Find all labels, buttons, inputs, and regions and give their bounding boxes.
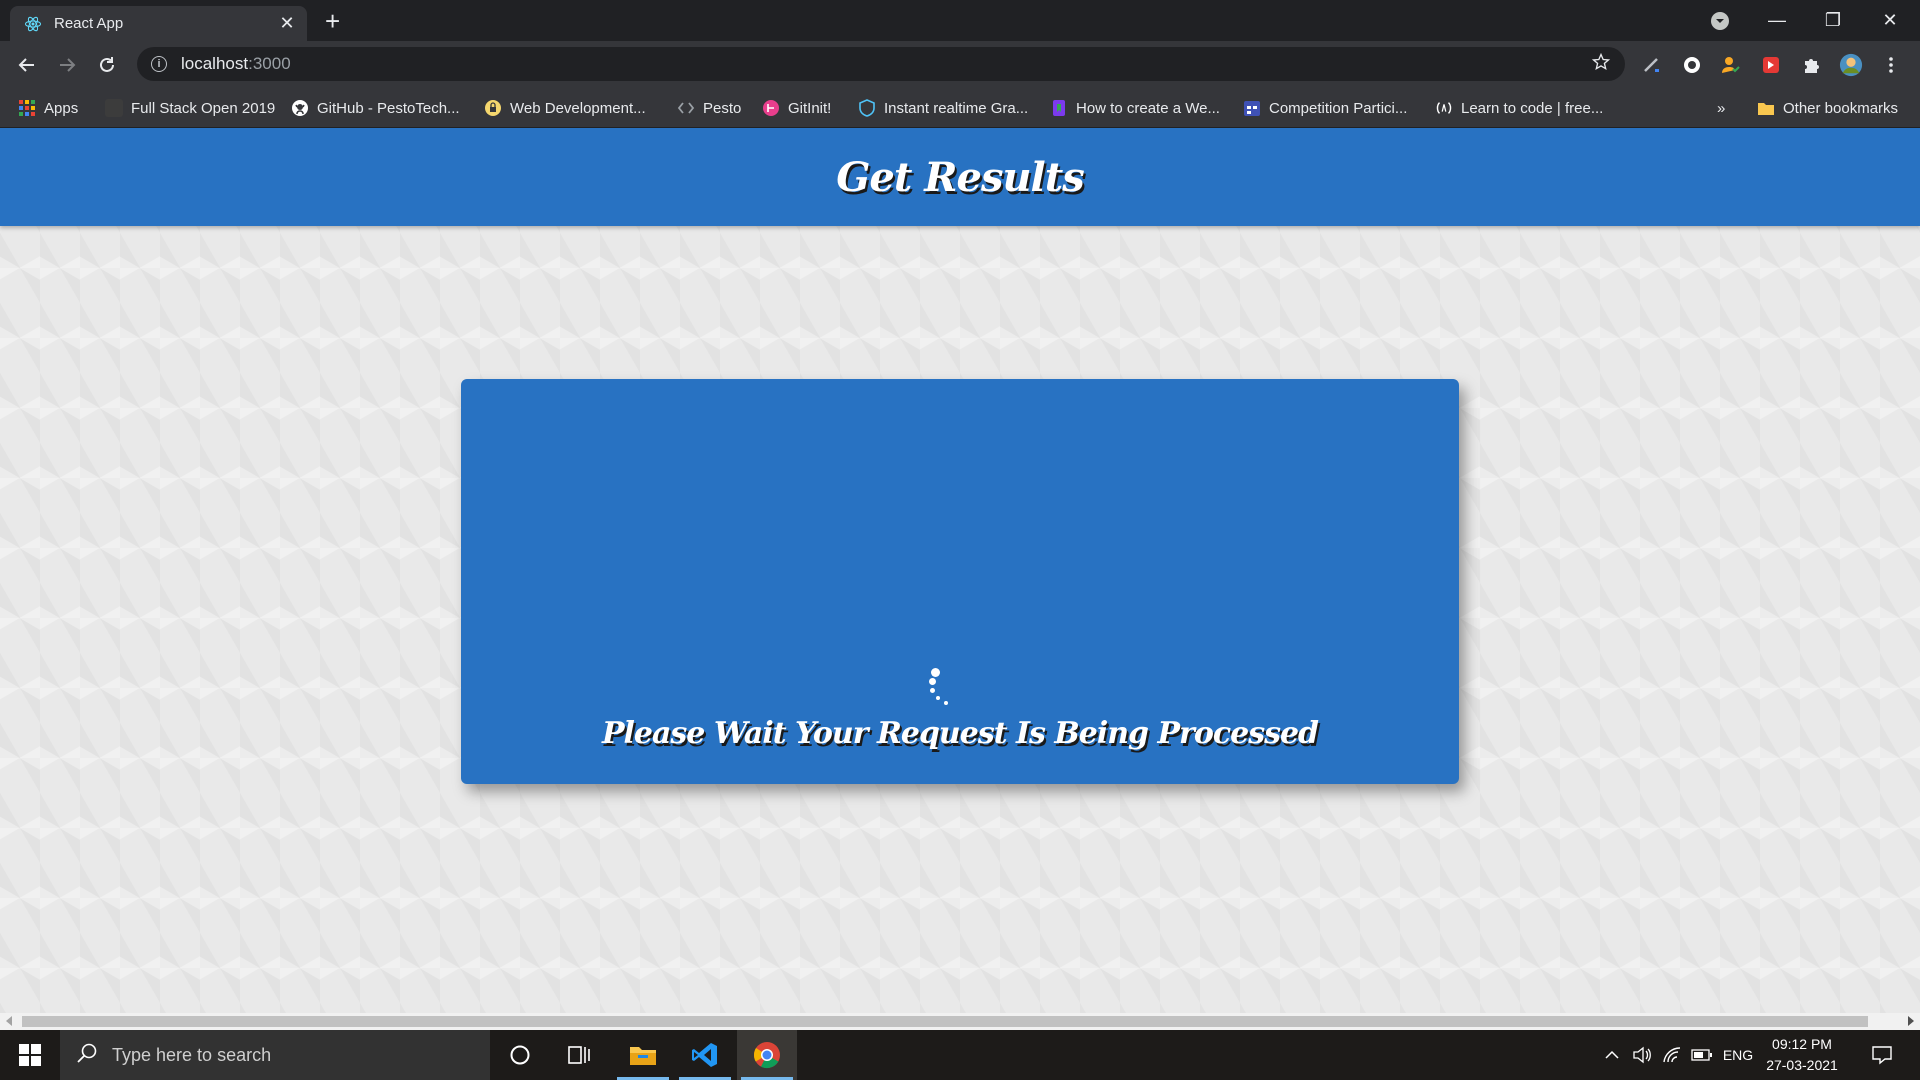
bookmark-label: Pesto — [703, 99, 742, 117]
search-icon — [76, 1042, 98, 1069]
person-check-extension-icon[interactable] — [1719, 53, 1743, 77]
reload-icon[interactable] — [93, 51, 121, 79]
back-icon[interactable] — [13, 51, 41, 79]
bookmark-pesto[interactable]: Pesto — [677, 95, 741, 121]
bookmark-star-icon[interactable] — [1591, 52, 1611, 77]
chrome-taskbar-icon[interactable] — [737, 1030, 797, 1080]
bookmark-label: GitHub - PestoTech... — [317, 99, 460, 117]
react-logo-icon — [24, 15, 42, 33]
browser-tab-strip: React App ✕ + — ❐ ✕ — [0, 0, 1920, 41]
file-explorer-icon[interactable] — [613, 1030, 673, 1080]
tab-react-app[interactable]: React App ✕ — [10, 6, 307, 41]
wifi-icon[interactable] — [1660, 1030, 1684, 1080]
github-icon — [291, 99, 309, 117]
bookmark-label: Full Stack Open 2019 — [131, 99, 276, 117]
folder-icon — [1757, 99, 1775, 117]
scroll-left-icon[interactable] — [6, 1016, 12, 1026]
gitinit-icon — [762, 99, 780, 117]
other-bookmarks-folder[interactable]: Other bookmarks — [1757, 95, 1898, 121]
scroll-right-icon[interactable] — [1908, 1016, 1914, 1026]
clock-time: 09:12 PM — [1772, 1036, 1832, 1052]
bookmark-label: Learn to code | free... — [1461, 99, 1604, 117]
bookmark-web-development[interactable]: Web Development... — [484, 95, 646, 121]
web-page: Get Results Please Wait Your Request Is … — [0, 128, 1920, 1013]
tab-title: React App — [54, 15, 124, 32]
shield-icon — [858, 99, 876, 117]
profile-avatar-icon[interactable] — [1839, 53, 1863, 77]
circle-extension-icon[interactable] — [1680, 53, 1704, 77]
bookmarks-overflow-button[interactable]: » — [1717, 95, 1725, 121]
battery-icon[interactable] — [1690, 1030, 1714, 1080]
red-extension-icon[interactable] — [1759, 53, 1783, 77]
apps-grid-icon — [18, 99, 36, 117]
bookmark-label: Web Development... — [510, 99, 646, 117]
bookmark-label: GitInit! — [788, 99, 832, 117]
code-brackets-icon — [677, 99, 695, 117]
other-bookmarks-label: Other bookmarks — [1783, 99, 1899, 117]
new-tab-button[interactable]: + — [325, 8, 340, 34]
volume-icon[interactable] — [1630, 1030, 1654, 1080]
bookmark-apps[interactable]: Apps — [18, 95, 78, 121]
url-port: :3000 — [248, 54, 291, 73]
bookmark-gitinit[interactable]: GitInit! — [762, 95, 831, 121]
bookmark-label: Instant realtime Gra... — [884, 99, 1029, 117]
system-clock[interactable]: 09:12 PM 27-03-2021 — [1760, 1034, 1844, 1076]
bookmark-full-stack-open[interactable]: Full Stack Open 2019 — [105, 95, 275, 121]
extensions-puzzle-icon[interactable] — [1799, 53, 1823, 77]
forward-icon[interactable] — [53, 51, 81, 79]
site-info-icon[interactable]: i — [151, 56, 167, 72]
notifications-icon[interactable] — [1862, 1030, 1902, 1080]
blank-page-icon — [105, 99, 123, 117]
scrollbar-thumb[interactable] — [22, 1016, 1868, 1027]
pen-extension-icon[interactable] — [1640, 53, 1664, 77]
show-hidden-icons-icon[interactable] — [1600, 1030, 1624, 1080]
horizontal-scrollbar[interactable] — [0, 1013, 1920, 1030]
task-view-icon[interactable] — [550, 1030, 610, 1080]
input-language[interactable]: ENG — [1720, 1030, 1756, 1080]
restore-icon[interactable]: ❐ — [1805, 0, 1861, 41]
bookmarks-bar: Apps Full Stack Open 2019 GitHub - Pesto… — [0, 87, 1920, 128]
taskbar-search-box[interactable]: Type here to search — [60, 1030, 490, 1080]
tab-search-icon[interactable] — [1711, 12, 1729, 30]
url-host: localhost — [181, 54, 249, 73]
freecodecamp-icon — [1435, 99, 1453, 117]
loading-spinner-icon — [925, 668, 959, 714]
tab-close-icon[interactable]: ✕ — [277, 13, 297, 34]
bookmark-competition[interactable]: Competition Partici... — [1243, 95, 1407, 121]
bookmark-learn-to-code[interactable]: Learn to code | free... — [1435, 95, 1603, 121]
calendar-icon — [1243, 99, 1261, 117]
windows-start-icon[interactable] — [0, 1030, 60, 1080]
bookmark-label: How to create a We... — [1076, 99, 1220, 117]
bookmark-flag-icon — [1050, 99, 1068, 117]
minimize-icon[interactable]: — — [1749, 0, 1805, 41]
clock-date: 27-03-2021 — [1766, 1057, 1838, 1073]
page-title: Get Results — [836, 153, 1084, 201]
close-window-icon[interactable]: ✕ — [1862, 0, 1918, 41]
vscode-icon[interactable] — [675, 1030, 735, 1080]
address-bar[interactable]: i localhost :3000 — [137, 47, 1625, 81]
lock-badge-icon — [484, 99, 502, 117]
loading-message: Please Wait Your Request Is Being Proces… — [601, 716, 1319, 751]
browser-toolbar: i localhost :3000 — [0, 41, 1920, 87]
overflow-chevron: » — [1717, 99, 1726, 117]
cortana-icon[interactable] — [490, 1030, 550, 1080]
bookmark-label: Competition Partici... — [1269, 99, 1408, 117]
search-placeholder: Type here to search — [112, 1044, 272, 1065]
chrome-menu-icon[interactable] — [1879, 53, 1903, 77]
bookmark-label: Apps — [44, 99, 79, 117]
bookmark-github[interactable]: GitHub - PestoTech... — [291, 95, 460, 121]
bookmark-instant-realtime[interactable]: Instant realtime Gra... — [858, 95, 1028, 121]
page-header: Get Results — [0, 128, 1920, 226]
bookmark-how-to-create[interactable]: How to create a We... — [1050, 95, 1220, 121]
windows-taskbar: Type here to search ENG 09:12 PM 27-03-2… — [0, 1030, 1920, 1080]
